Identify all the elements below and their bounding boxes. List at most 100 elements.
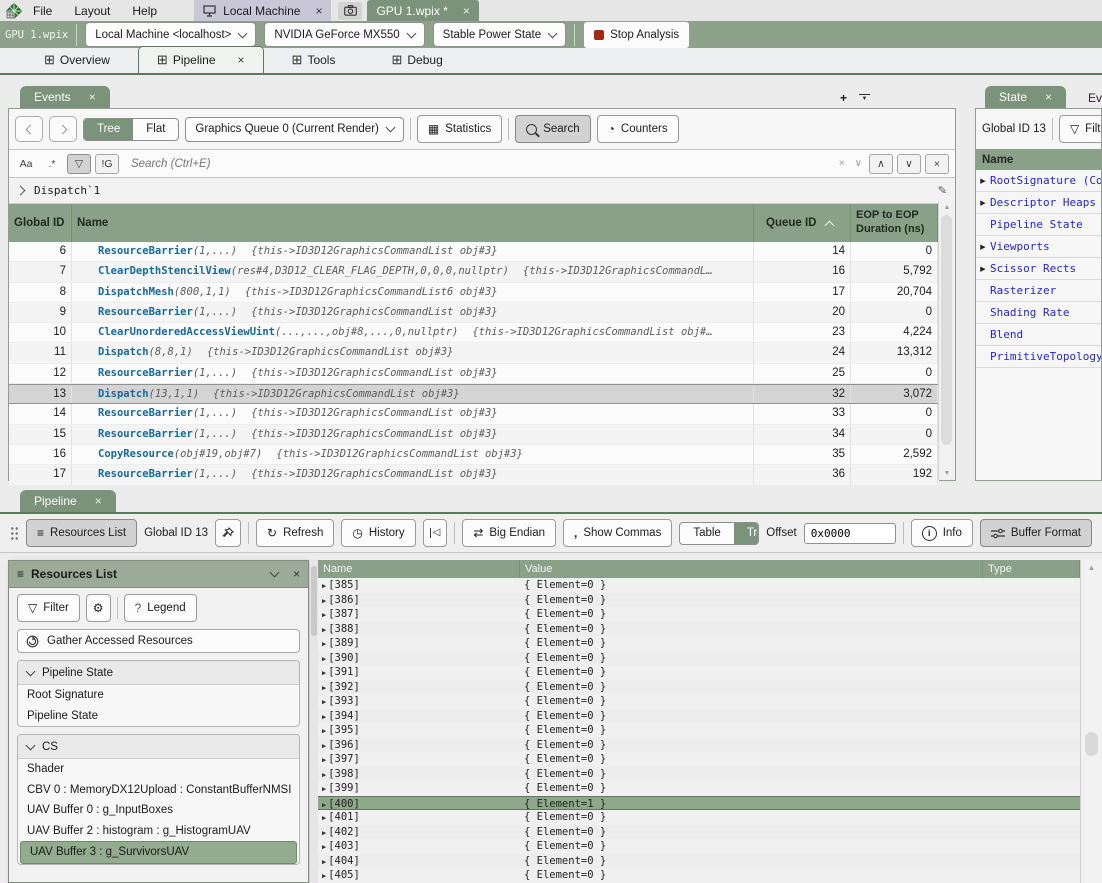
buffer-row[interactable]: ▶[389]{ Element=0 } (318, 636, 1080, 651)
menu-help[interactable]: Help (121, 4, 168, 18)
tab-pipeline[interactable]: ⊞ Pipeline × (138, 46, 264, 73)
tree-expand-icon[interactable]: ▶ (322, 684, 326, 692)
event-row[interactable]: 10ClearUnorderedAccessViewUint(...,...,o… (9, 323, 939, 343)
scroll-up-icon[interactable]: ▲ (939, 204, 955, 211)
scrollbar-thumb[interactable] (1085, 732, 1098, 756)
event-row[interactable]: 12ResourceBarrier(1,...){this->ID3D12Gra… (9, 364, 939, 384)
step-back-button[interactable]: ◁ (423, 519, 448, 547)
tree-expand-icon[interactable]: ▶ (322, 785, 326, 793)
event-row[interactable]: 17ResourceBarrier(1,...){this->ID3D12Gra… (9, 465, 939, 485)
chevron-right-icon[interactable] (16, 186, 26, 196)
close-icon[interactable]: × (315, 5, 322, 17)
tab-state[interactable]: State × (985, 86, 1066, 108)
history-button[interactable]: ◷ History (341, 519, 415, 547)
state-item[interactable]: ▶Descriptor Heaps (976, 192, 1101, 214)
buffer-row[interactable]: ▶[405]{ Element=0 } (318, 868, 1080, 883)
state-item[interactable]: ▶Scissor Rects (976, 258, 1101, 280)
event-row[interactable]: 8DispatchMesh(800,1,1){this->ID3D12Graph… (9, 283, 939, 303)
menu-layout[interactable]: Layout (63, 4, 121, 18)
tab-local-machine[interactable]: Local Machine × (194, 0, 331, 21)
resource-item[interactable]: Shader (18, 759, 299, 780)
tree-expand-icon[interactable]: ▶ (322, 829, 326, 837)
state-item[interactable]: Blend (976, 324, 1101, 346)
tree-expand-icon[interactable]: ▶ (322, 582, 326, 590)
tree-expand-icon[interactable]: ▶ (976, 243, 990, 251)
close-icon[interactable]: × (293, 568, 300, 580)
state-item[interactable]: ▶Viewports (976, 236, 1101, 258)
match-case-icon[interactable]: Aa (15, 155, 37, 173)
tab-overview[interactable]: ⊞ Overview (16, 47, 138, 73)
regex-icon[interactable]: .* (41, 155, 63, 173)
offset-input[interactable] (804, 523, 896, 544)
state-item[interactable]: ▶RootSignature (Co (976, 170, 1101, 192)
resource-item[interactable]: UAV Buffer 3 : g_SurvivorsUAV (20, 841, 297, 864)
events-search-input[interactable] (129, 157, 832, 171)
event-row[interactable]: 14ResourceBarrier(1,...){this->ID3D12Gra… (9, 404, 939, 424)
close-search-button[interactable]: × (925, 154, 949, 174)
tree-view-button[interactable]: Tree (734, 523, 759, 544)
buffer-row[interactable]: ▶[396]{ Element=0 } (318, 738, 1080, 753)
queue-dropdown[interactable]: Graphics Queue 0 (Current Render) (185, 117, 403, 142)
buffer-row[interactable]: ▶[401]{ Element=0 } (318, 810, 1080, 825)
legend-button[interactable]: ? Legend (124, 594, 197, 622)
event-row[interactable]: 7ClearDepthStencilView(res#4,D3D12_CLEAR… (9, 262, 939, 282)
buffer-row[interactable]: ▶[386]{ Element=0 } (318, 593, 1080, 608)
tree-expand-icon[interactable]: ▶ (322, 771, 326, 779)
buffer-row[interactable]: ▶[390]{ Element=0 } (318, 651, 1080, 666)
counters-button[interactable]: ◔ Counters (597, 115, 679, 143)
resources-list-header[interactable]: ≡ Resources List × (9, 561, 308, 588)
machine-dropdown[interactable]: Local Machine <localhost> (85, 22, 256, 47)
menu-file[interactable]: File (22, 4, 63, 18)
event-row[interactable]: 16CopyResource(obj#19,obj#7){this->ID3D1… (9, 445, 939, 465)
scroll-down-icon[interactable]: ▼ (939, 470, 955, 477)
event-row[interactable]: 15ResourceBarrier(1,...){this->ID3D12Gra… (9, 425, 939, 445)
buffer-row[interactable]: ▶[392]{ Element=0 } (318, 680, 1080, 695)
tree-expand-icon[interactable]: ▶ (976, 199, 990, 207)
chevron-down-icon[interactable] (270, 568, 280, 578)
tree-expand-icon[interactable]: ▶ (322, 640, 326, 648)
buffer-row[interactable]: ▶[404]{ Element=0 } (318, 854, 1080, 869)
resource-item[interactable]: Root Signature (18, 685, 299, 706)
tree-expand-icon[interactable]: ▶ (322, 698, 326, 706)
column-name[interactable]: Name (318, 560, 520, 578)
state-item[interactable]: PrimitiveTopology (976, 346, 1101, 368)
pencil-icon[interactable]: ✎ (938, 184, 947, 197)
buffer-row[interactable]: ▶[397]{ Element=0 } (318, 752, 1080, 767)
tree-expand-icon[interactable]: ▶ (322, 611, 326, 619)
column-eop-duration[interactable]: EOP to EOPDuration (ns) (851, 204, 938, 242)
tree-expand-icon[interactable]: ▶ (976, 265, 990, 273)
tab-pipeline-view[interactable]: Pipeline × (20, 490, 116, 512)
tree-expand-icon[interactable]: ▶ (322, 713, 326, 721)
buffer-row[interactable]: ▶[387]{ Element=0 } (318, 607, 1080, 622)
tree-expand-icon[interactable]: ▶ (322, 843, 326, 851)
resources-scrollbar[interactable] (310, 560, 318, 883)
tree-expand-icon[interactable]: ▶ (322, 669, 326, 677)
power-state-dropdown[interactable]: Stable Power State (433, 22, 566, 47)
gpu-dropdown[interactable]: NVIDIA GeForce MX550 (264, 22, 424, 47)
close-icon[interactable]: × (95, 495, 102, 507)
stop-analysis-button[interactable]: Stop Analysis (583, 21, 690, 49)
column-value[interactable]: Value (520, 560, 983, 578)
breadcrumb-label[interactable]: Dispatch`1 (34, 184, 100, 197)
state-item[interactable]: Shading Rate (976, 302, 1101, 324)
filter-icon[interactable]: ▽ (67, 154, 91, 174)
buffer-row[interactable]: ▶[385]{ Element=0 } (318, 578, 1080, 593)
buffer-row[interactable]: ▶[391]{ Element=0 } (318, 665, 1080, 680)
buffer-row[interactable]: ▶[388]{ Element=0 } (318, 622, 1080, 637)
state-item[interactable]: Pipeline State (976, 214, 1101, 236)
buffer-row[interactable]: ▶[394]{ Element=0 } (318, 709, 1080, 724)
buffer-format-button[interactable]: Buffer Format (980, 519, 1092, 547)
tree-expand-icon[interactable]: ▶ (322, 597, 326, 605)
close-icon[interactable]: × (89, 91, 96, 103)
column-type[interactable]: Type (983, 560, 1080, 578)
tree-expand-icon[interactable]: ▶ (322, 872, 326, 880)
event-row[interactable]: 13Dispatch(13,1,1){this->ID3D12GraphicsC… (9, 384, 939, 404)
buffer-row[interactable]: ▶[395]{ Element=0 } (318, 723, 1080, 738)
buffer-row[interactable]: ▶[403]{ Element=0 } (318, 839, 1080, 854)
buffer-row[interactable]: ▶[393]{ Element=0 } (318, 694, 1080, 709)
tab-events-partial[interactable]: Ev (1088, 91, 1102, 105)
tab-tools[interactable]: ⊞ Tools (264, 47, 364, 73)
tree-expand-icon[interactable]: ▶ (322, 858, 326, 866)
show-commas-button[interactable]: , Show Commas (563, 519, 672, 547)
close-icon[interactable]: × (463, 5, 470, 17)
